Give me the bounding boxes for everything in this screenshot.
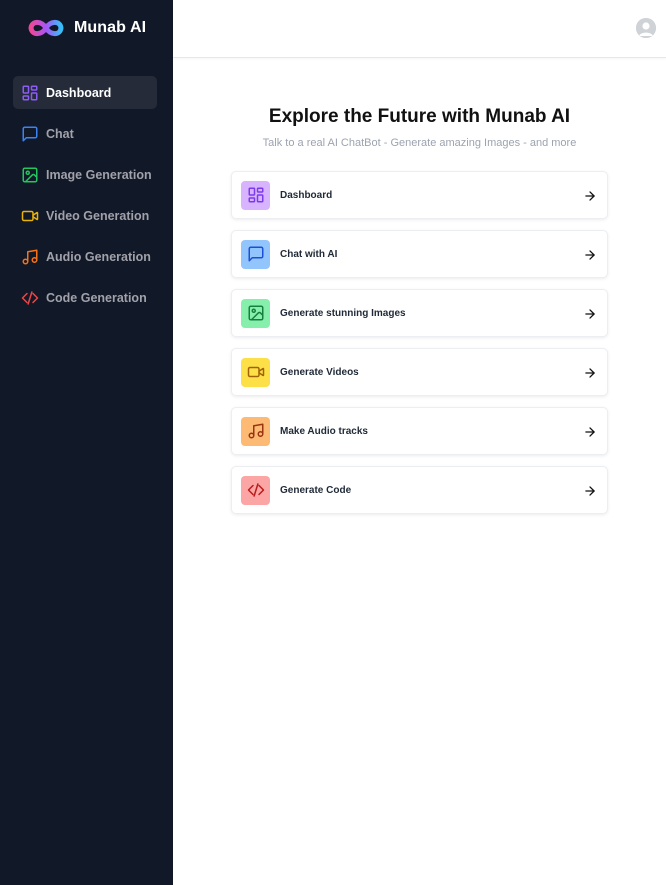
brand-name: Munab AI	[74, 19, 147, 36]
arrow-right-icon	[583, 366, 597, 380]
feature-card-label: Generate Videos	[280, 366, 359, 378]
message-square-icon	[241, 239, 270, 269]
sidebar-item-label: Code Generation	[46, 290, 147, 305]
sidebar-item-label: Dashboard	[46, 85, 112, 100]
feature-card-make-audio-tracks[interactable]: Make Audio tracks	[231, 407, 608, 455]
code-icon	[241, 475, 270, 505]
sidebar-item-video-generation[interactable]: Video Generation	[13, 199, 157, 232]
page-subtitle: Talk to a real AI ChatBot - Generate ama…	[262, 137, 577, 149]
message-square-icon	[21, 125, 39, 143]
feature-card-generate-code[interactable]: Generate Code	[231, 466, 608, 514]
feature-card-label: Generate Code	[280, 484, 352, 496]
sidebar-item-image-generation[interactable]: Image Generation	[13, 158, 157, 191]
image-icon	[21, 166, 39, 184]
infinity-logo-icon	[28, 19, 64, 37]
arrow-right-icon	[583, 307, 597, 321]
feature-card-label: Generate stunning Images	[280, 307, 406, 319]
feature-card-chat-with-ai[interactable]: Chat with AI	[231, 230, 608, 278]
brand[interactable]: Munab AI	[26, 15, 146, 41]
arrow-right-icon	[583, 425, 597, 439]
page-title: Explore the Future with Munab AI	[268, 106, 571, 127]
feature-card-dashboard[interactable]: Dashboard	[231, 171, 608, 219]
video-icon	[21, 207, 39, 225]
feature-card-label: Chat with AI	[280, 248, 338, 260]
feature-card-list: Dashboard Chat with AI Generate stunning I…	[231, 171, 608, 525]
sidebar-item-label: Image Generation	[46, 167, 152, 182]
sidebar-nav: Dashboard Chat Image Generation Video Gener…	[13, 76, 157, 322]
feature-card-label: Dashboard	[280, 189, 333, 201]
sidebar-item-code-generation[interactable]: Code Generation	[13, 281, 157, 314]
sidebar-item-label: Audio Generation	[46, 249, 151, 264]
layout-dashboard-icon	[241, 180, 270, 210]
music-icon	[241, 416, 270, 446]
sidebar: Munab AI Dashboard Chat Image Generation Vi…	[0, 0, 173, 885]
sidebar-item-label: Video Generation	[46, 208, 150, 223]
image-icon	[241, 298, 270, 328]
top-bar	[173, 0, 666, 58]
arrow-right-icon	[583, 189, 597, 203]
sidebar-item-audio-generation[interactable]: Audio Generation	[13, 240, 157, 273]
user-avatar-icon[interactable]	[636, 18, 656, 38]
code-icon	[21, 289, 39, 307]
arrow-right-icon	[583, 484, 597, 498]
arrow-right-icon	[583, 248, 597, 262]
music-icon	[21, 248, 39, 266]
feature-card-generate-videos[interactable]: Generate Videos	[231, 348, 608, 396]
feature-card-label: Make Audio tracks	[280, 425, 368, 437]
feature-card-generate-stunning-images[interactable]: Generate stunning Images	[231, 289, 608, 337]
sidebar-item-label: Chat	[46, 126, 74, 141]
layout-dashboard-icon	[21, 84, 39, 102]
sidebar-item-chat[interactable]: Chat	[13, 117, 157, 150]
sidebar-item-dashboard[interactable]: Dashboard	[13, 76, 157, 109]
video-icon	[241, 357, 270, 387]
